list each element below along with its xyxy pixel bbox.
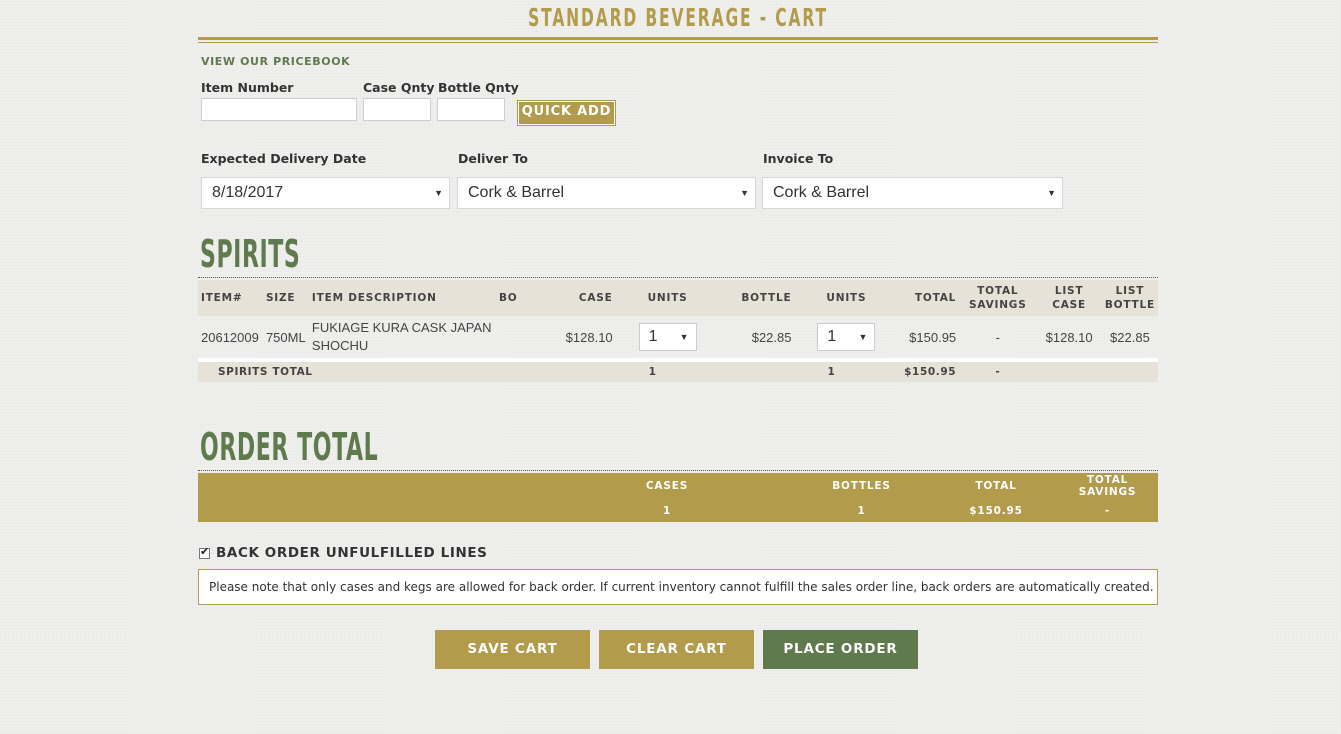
row-total: $150.95 <box>909 329 957 345</box>
row-bottle-price: $22.85 <box>751 329 792 345</box>
col-bo: BO <box>495 280 532 316</box>
row-list-bottle: $22.85 <box>1110 329 1150 345</box>
col-size: SIZE <box>262 280 309 316</box>
delivery-date-value: 8/18/2017 <box>212 184 284 201</box>
checkmark-icon: ✔ <box>200 545 210 558</box>
col-description: ITEM DESCRIPTION <box>308 280 496 316</box>
spirits-total-bottle-units: 1 <box>794 362 899 382</box>
backorder-checkbox[interactable]: ✔ <box>199 545 210 559</box>
col-list-bottle: LIST BOTTLE <box>1101 280 1158 316</box>
page-title: STANDARD BEVERAGE - CART <box>528 3 828 32</box>
row-description: FUKIAGE KURA CASK JAPAN SHOCHU <box>311 320 492 353</box>
table-header-row: ITEM# SIZE ITEM DESCRIPTION BO CASE UNIT… <box>198 280 1158 316</box>
deliver-to-select[interactable]: Cork & Barrel ▼ <box>457 177 756 209</box>
invoice-to-value: Cork & Barrel <box>773 184 870 201</box>
row-item-number: 20612009 <box>201 329 259 345</box>
order-total-section: ORDER TOTAL CASES BOTTLES TOTAL TOTAL SA… <box>198 426 1158 522</box>
spirits-table: ITEM# SIZE ITEM DESCRIPTION BO CASE UNIT… <box>198 280 1158 382</box>
spirits-section: SPIRITS ITEM# SIZE ITEM DESCRIPTION BO C… <box>198 233 1158 382</box>
col-case: CASE <box>531 280 616 316</box>
chevron-down-icon: ▼ <box>1047 188 1056 198</box>
row-bo <box>496 316 531 358</box>
delivery-date-label: Expected Delivery Date <box>201 151 367 166</box>
view-pricebook-link[interactable]: VIEW OUR PRICEBOOK <box>201 55 1158 69</box>
backorder-option: ✔ BACK ORDER UNFULFILLED LINES <box>198 544 1158 562</box>
spirits-section-title: SPIRITS <box>200 232 301 276</box>
spirits-total-row: SPIRITS TOTAL 1 1 $150.95 - <box>198 362 1158 382</box>
case-qty-input[interactable] <box>363 98 431 121</box>
col-list-case: LIST CASE <box>1036 280 1102 316</box>
order-total-label: TOTAL <box>975 480 1017 492</box>
invoice-to-label: Invoice To <box>763 151 834 166</box>
row-list-case: $128.10 <box>1045 329 1093 345</box>
title-divider <box>198 37 1158 43</box>
bottle-qty-input[interactable] <box>437 98 505 121</box>
row-size: 750ML <box>265 329 306 345</box>
chevron-down-icon: ▼ <box>740 188 749 198</box>
item-number-label: Item Number <box>201 80 294 95</box>
deliver-to-label: Deliver To <box>458 151 529 166</box>
order-total-title: ORDER TOTAL <box>200 425 379 469</box>
order-total-table: CASES BOTTLES TOTAL TOTAL SAVINGS 1 1 $1… <box>198 473 1158 522</box>
bottle-qty-label: Bottle Qnty <box>438 80 519 95</box>
quick-add-button[interactable]: QUICK ADD <box>517 100 616 126</box>
case-units-select[interactable]: 1 ▼ <box>638 323 697 351</box>
col-item: ITEM# <box>198 280 263 316</box>
table-row: 20612009 750ML FUKIAGE KURA CASK JAPAN S… <box>198 316 1158 358</box>
chevron-down-icon: ▼ <box>434 188 443 198</box>
action-buttons: SAVE CART CLEAR CART PLACE ORDER <box>198 630 1158 670</box>
item-number-input[interactable] <box>201 98 357 121</box>
order-bottles-value: 1 <box>857 504 866 517</box>
quick-add-form: Item Number Case Qnty Bottle Qnty QUICK … <box>198 80 1158 144</box>
col-bottle-units: UNITS <box>794 280 899 316</box>
col-bottle: BOTTLE <box>719 280 795 316</box>
spirits-total-savings: - <box>959 362 1037 382</box>
place-order-button[interactable]: PLACE ORDER <box>763 630 918 669</box>
spirits-total-amount: $150.95 <box>898 362 960 382</box>
cart-page: STANDARD BEVERAGE - CART VIEW OUR PRICEB… <box>198 0 1158 670</box>
spirits-total-label: SPIRITS TOTAL <box>198 362 532 382</box>
invoice-to-select[interactable]: Cork & Barrel ▼ <box>762 177 1063 209</box>
row-savings: - <box>995 329 1000 345</box>
backorder-label: BACK ORDER UNFULFILLED LINES <box>216 545 488 561</box>
row-case-price: $128.10 <box>565 329 613 345</box>
order-savings-label: TOTAL SAVINGS <box>1078 474 1137 498</box>
deliver-to-value: Cork & Barrel <box>468 184 565 201</box>
clear-cart-button[interactable]: CLEAR CART <box>599 630 754 669</box>
order-cases-label: CASES <box>645 480 689 492</box>
order-total-value: $150.95 <box>969 504 1023 517</box>
save-cart-button[interactable]: SAVE CART <box>435 630 590 669</box>
delivery-date-select[interactable]: 8/18/2017 ▼ <box>201 177 450 209</box>
order-savings-value: - <box>1104 504 1111 517</box>
col-total: TOTAL <box>898 280 960 316</box>
order-cases-value: 1 <box>662 504 672 517</box>
order-total-divider <box>198 470 1158 471</box>
col-total-savings: TOTAL SAVINGS <box>959 280 1037 316</box>
chevron-down-icon: ▼ <box>858 332 868 342</box>
chevron-down-icon: ▼ <box>679 332 689 342</box>
delivery-options: Expected Delivery Date Deliver To Invoic… <box>198 149 1158 229</box>
order-bottles-label: BOTTLES <box>832 480 891 492</box>
spirits-divider <box>198 277 1158 278</box>
case-qty-label: Case Qnty <box>363 80 435 95</box>
col-case-units: UNITS <box>615 280 720 316</box>
bottle-units-select[interactable]: 1 ▼ <box>817 323 876 351</box>
spirits-total-case-units: 1 <box>615 362 720 382</box>
backorder-note: Please note that only cases and kegs are… <box>198 569 1158 605</box>
